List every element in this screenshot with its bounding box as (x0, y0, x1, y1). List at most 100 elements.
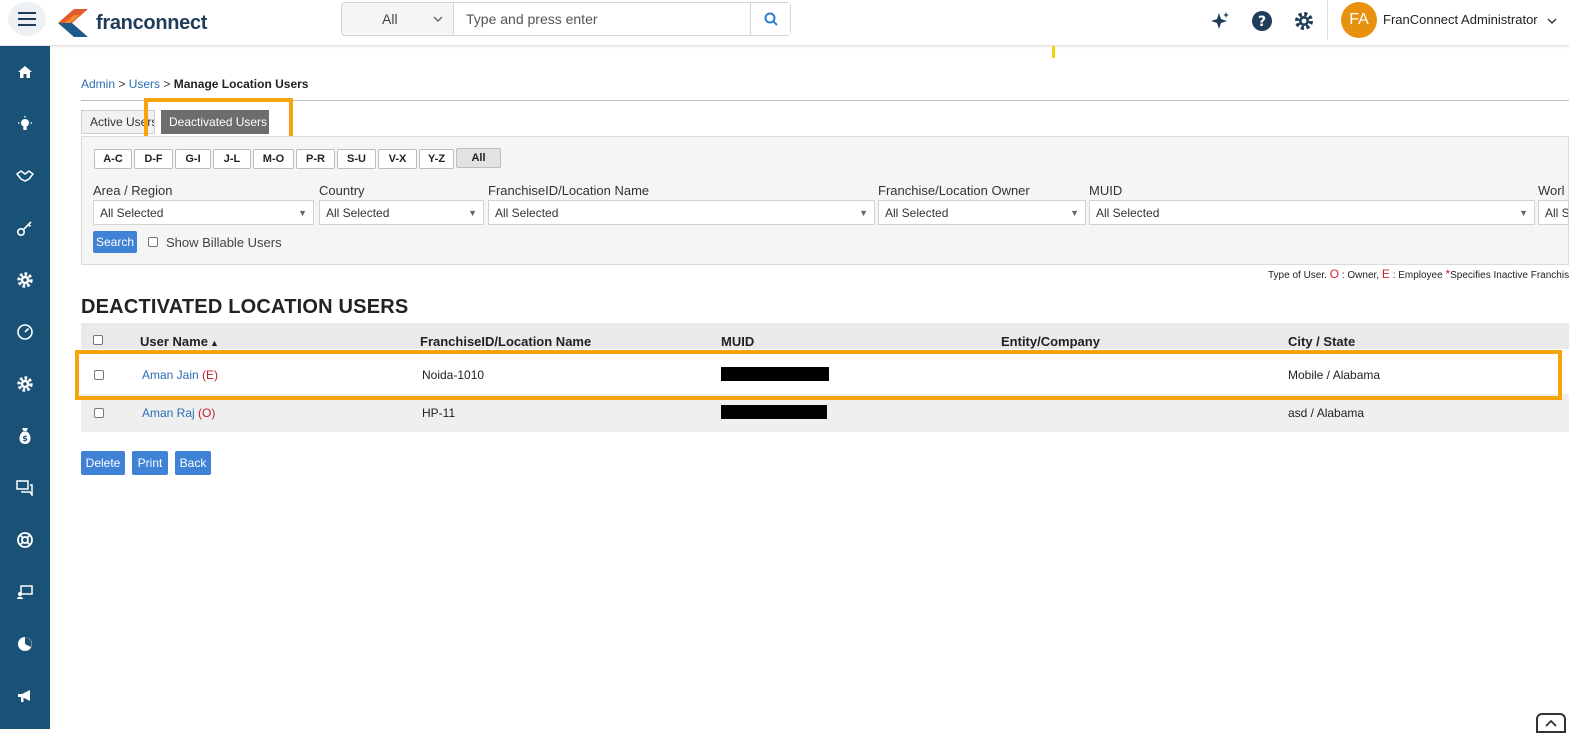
filter-select-area-region[interactable]: All Selected ▼ (93, 200, 314, 225)
sidebar-item-finance[interactable]: $ (0, 416, 50, 456)
global-search: All (341, 2, 791, 36)
column-header-city-state[interactable]: City / State (1288, 334, 1355, 349)
sidebar-item-training[interactable] (0, 572, 50, 612)
alpha-filter-d-f[interactable]: D-F (134, 149, 173, 169)
sidebar-item-partners[interactable] (0, 156, 50, 196)
avatar[interactable]: FA (1341, 2, 1377, 38)
filter-label-muid: MUID (1089, 183, 1123, 198)
filter-select-franchise-id[interactable]: All Selected ▼ (488, 200, 875, 225)
sidebar-item-home[interactable] (0, 52, 50, 92)
alpha-filter-y-z[interactable]: Y-Z (419, 149, 454, 169)
franconnect-logo[interactable]: franconnect (54, 4, 207, 42)
tab-active-users[interactable]: Active Users (81, 110, 155, 134)
gear-icon (1295, 12, 1313, 30)
user-link[interactable]: Aman Jain (142, 368, 199, 382)
sidebar-item-dashboard[interactable] (0, 312, 50, 352)
tab-deactivated-users[interactable]: Deactivated Users (161, 110, 269, 134)
breadcrumb-separator: > (163, 77, 171, 91)
settings-button[interactable] (1291, 8, 1317, 34)
row-checkbox[interactable] (94, 370, 104, 380)
svg-text:?: ? (1258, 14, 1266, 30)
alpha-filter-j-l[interactable]: J-L (213, 149, 251, 169)
presentation-icon (17, 585, 33, 599)
legend-inactive-text: Specifies Inactive Franchis (1450, 270, 1569, 281)
filter-select-country[interactable]: All Selected ▼ (319, 200, 484, 225)
user-type-badge: (E) (202, 368, 219, 382)
sidebar-item-reports[interactable] (0, 624, 50, 664)
money-bag-icon: $ (19, 428, 31, 444)
hamburger-menu-button[interactable] (8, 2, 46, 36)
filter-label-worl: Worl (1538, 183, 1565, 198)
breadcrumb-divider (81, 100, 1569, 101)
search-input[interactable] (454, 3, 750, 35)
show-billable-checkbox[interactable] (148, 237, 158, 247)
alpha-filter-g-i[interactable]: G-I (175, 149, 211, 169)
show-billable-label: Show Billable Users (166, 235, 282, 250)
hamburger-icon (18, 12, 36, 26)
city-state-cell: Mobile / Alabama (1288, 368, 1381, 382)
alpha-filter-m-o[interactable]: M-O (253, 149, 294, 169)
caret-down-icon: ▼ (1519, 207, 1528, 218)
chat-icon (16, 480, 33, 496)
user-menu[interactable]: FranConnect Administrator (1383, 12, 1557, 27)
sidebar-item-access[interactable] (0, 208, 50, 248)
scroll-to-top-button[interactable] (1536, 713, 1566, 733)
key-icon (16, 221, 32, 237)
decorative-mark (1052, 46, 1055, 58)
alpha-filter-p-r[interactable]: P-R (296, 149, 335, 169)
lifebuoy-icon (17, 532, 33, 548)
alpha-filter-all[interactable]: All (456, 148, 501, 168)
header-divider (1327, 0, 1328, 40)
search-icon (764, 12, 778, 26)
alpha-filter-v-x[interactable]: V-X (378, 149, 417, 169)
back-button[interactable]: Back (175, 451, 211, 475)
sidebar-item-support[interactable] (0, 520, 50, 560)
location-cell: Noida-1010 (422, 368, 485, 382)
select-all-checkbox[interactable] (93, 335, 103, 345)
column-header-user-name[interactable]: User Name ▲ (140, 334, 219, 349)
sidebar-item-configuration[interactable] (0, 364, 50, 404)
gear-icon (17, 272, 33, 288)
help-button[interactable]: ? (1249, 8, 1275, 34)
search-category-select[interactable]: All (342, 3, 454, 35)
logo-text: franconnect (96, 11, 208, 34)
search-button[interactable] (750, 3, 790, 35)
filter-value: All Selected (100, 205, 164, 220)
breadcrumb-users-link[interactable]: Users (129, 77, 160, 91)
chevron-up-icon (1545, 719, 1557, 727)
filter-value: All Selected (1096, 205, 1160, 220)
sidebar-item-ideas[interactable] (0, 104, 50, 144)
filter-select-owner[interactable]: All Selected ▼ (878, 200, 1086, 225)
pie-chart-icon (18, 637, 32, 651)
column-header-muid[interactable]: MUID (721, 334, 754, 349)
row-checkbox[interactable] (94, 408, 104, 418)
column-header-entity[interactable]: Entity/Company (1001, 334, 1100, 349)
logo-mark-icon (58, 9, 88, 37)
filter-select-muid[interactable]: All Selected ▼ (1089, 200, 1535, 225)
print-button[interactable]: Print (132, 451, 168, 475)
sidebar-item-settings[interactable] (0, 260, 50, 300)
chevron-down-icon (433, 16, 443, 22)
sidebar-item-announcements[interactable] (0, 676, 50, 716)
city-state-cell: asd / Alabama (1288, 406, 1365, 420)
lightbulb-icon (18, 116, 32, 130)
filter-label-area-region: Area / Region (93, 183, 173, 198)
alpha-filter-s-u[interactable]: S-U (337, 149, 376, 169)
sidebar: $ (0, 46, 50, 729)
search-filter-button[interactable]: Search (93, 231, 137, 253)
alpha-filter-a-c[interactable]: A-C (94, 149, 132, 169)
ai-sparkle-button[interactable] (1206, 8, 1232, 34)
breadcrumb-admin-link[interactable]: Admin (81, 77, 115, 91)
delete-button[interactable]: Delete (81, 451, 125, 475)
breadcrumb-current: Manage Location Users (173, 77, 309, 91)
caret-down-icon: ▼ (1070, 207, 1079, 218)
column-header-location[interactable]: FranchiseID/Location Name (420, 334, 591, 349)
redacted-muid (721, 405, 827, 419)
legend-employee-text: : Employee (1392, 270, 1443, 281)
filter-select-worl[interactable]: All S (1538, 200, 1569, 225)
user-type-legend: Type of User. O : Owner, E : Employee *S… (1268, 267, 1569, 281)
sparkle-icon (1211, 12, 1229, 29)
user-link[interactable]: Aman Raj (142, 406, 195, 420)
gauge-icon (17, 324, 33, 340)
sidebar-item-messages[interactable] (0, 468, 50, 508)
